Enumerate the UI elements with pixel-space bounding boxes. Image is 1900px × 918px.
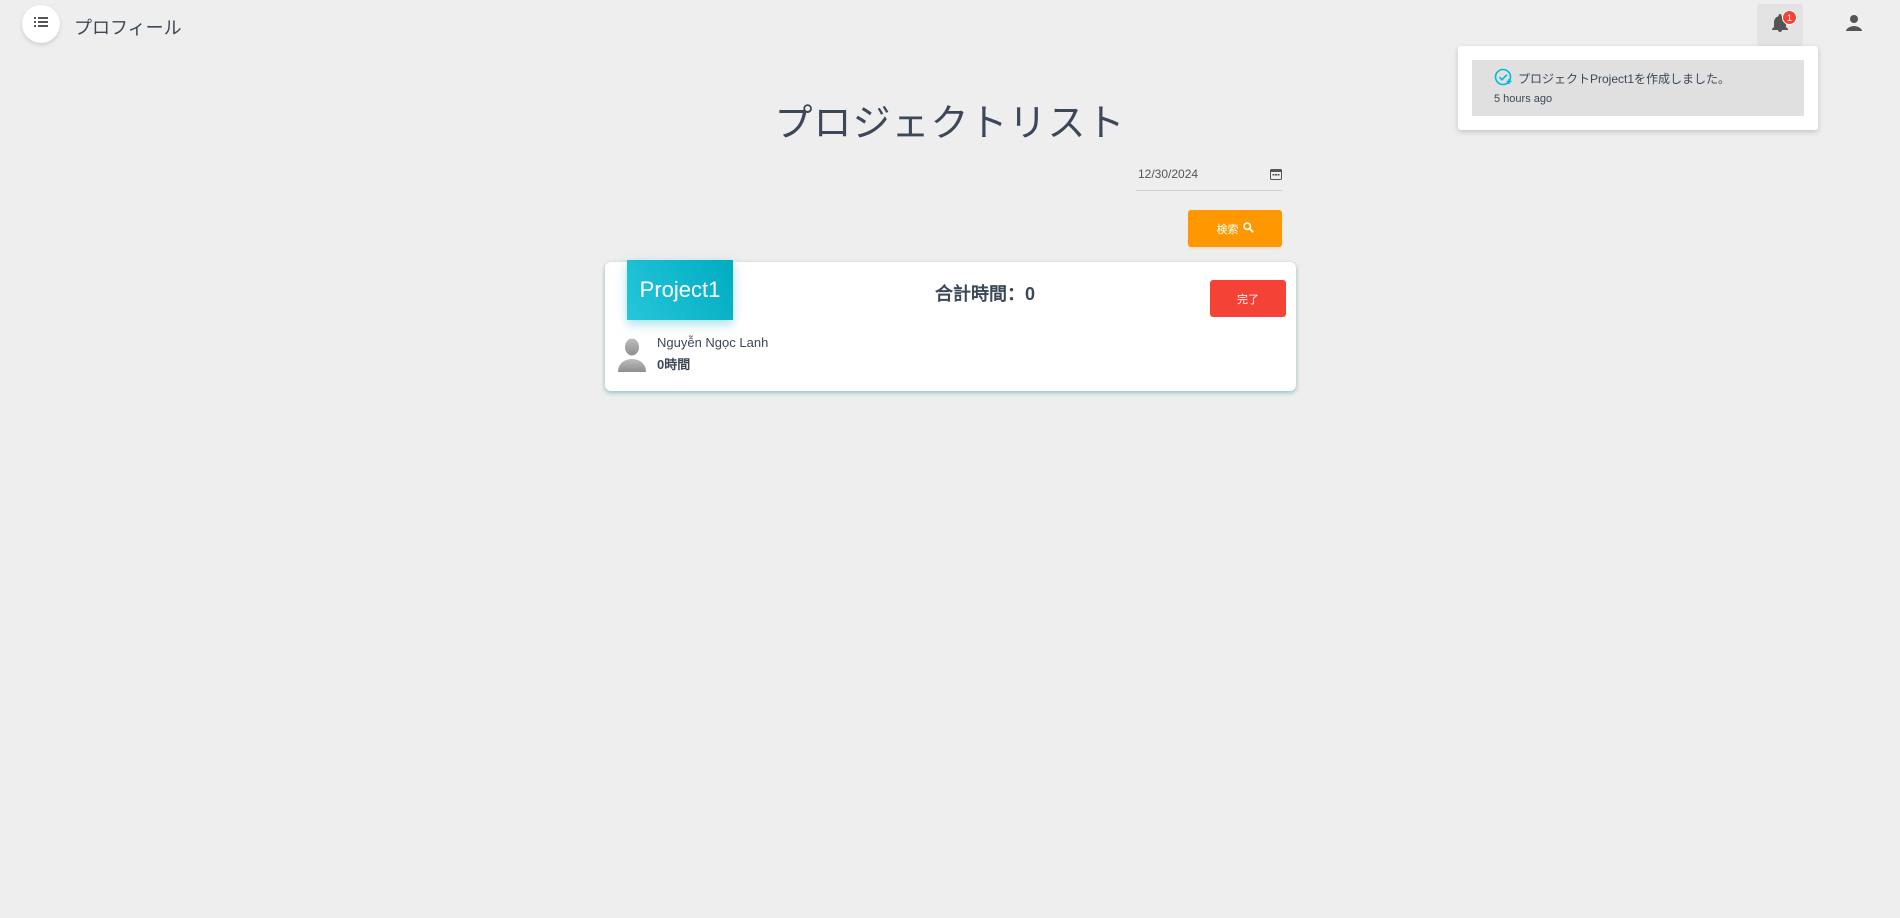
date-input[interactable]: 12/30/2024 <box>1136 163 1282 191</box>
member-list-item: Nguyễn Ngọc Lanh 0時間 <box>617 335 768 373</box>
notification-count-badge: 1 <box>1782 10 1797 25</box>
search-button-label: 検索 <box>1216 223 1239 236</box>
user-menu-button[interactable] <box>1834 4 1874 46</box>
check-circle-icon <box>1494 68 1518 89</box>
complete-button[interactable]: 完了 <box>1210 280 1286 317</box>
page-title: プロフィール <box>74 18 182 38</box>
project-card: Project1 合計時間：0 完了 Nguyễn Ngọc Lanh 0時間 <box>605 260 1296 391</box>
search-button[interactable]: 検索 <box>1188 210 1282 247</box>
member-hours: 0時間 <box>657 357 691 372</box>
list-icon <box>34 15 48 33</box>
notifications-button[interactable]: 1 <box>1757 4 1803 46</box>
notification-message: プロジェクトProject1を作成しました。 <box>1518 72 1731 86</box>
avatar <box>617 336 647 372</box>
sidebar-toggle-button[interactable] <box>22 5 60 43</box>
member-info: Nguyễn Ngọc Lanh 0時間 <box>657 335 768 373</box>
date-value: 12/30/2024 <box>1138 167 1199 181</box>
calendar-icon[interactable] <box>1270 167 1282 185</box>
search-icon <box>1239 221 1254 236</box>
member-name: Nguyễn Ngọc Lanh <box>657 335 769 350</box>
project-list-title: プロジェクトリスト <box>774 103 1126 145</box>
person-icon <box>1846 14 1862 36</box>
